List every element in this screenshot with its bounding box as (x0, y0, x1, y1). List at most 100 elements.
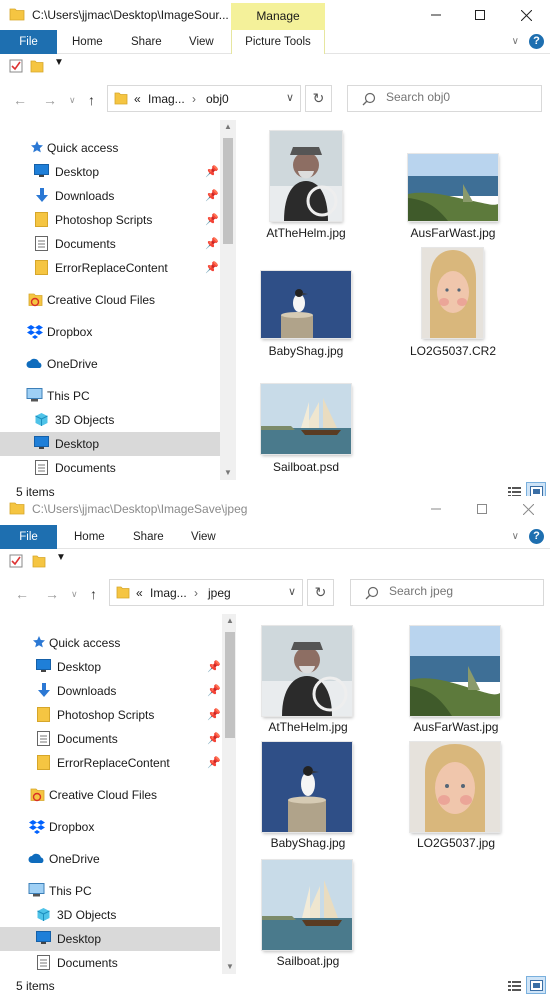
forward-arrow-icon[interactable]: → (45, 586, 59, 602)
back-arrow-icon[interactable]: ← (15, 586, 29, 602)
customize-qat-icon[interactable]: ▼ (54, 57, 64, 68)
nav-quick-access[interactable]: Quick access (0, 631, 220, 655)
pin-icon[interactable]: 📌 (207, 684, 221, 697)
tab-file[interactable]: File (0, 525, 57, 549)
tab-view[interactable]: View (191, 525, 216, 549)
scroll-down-arrow-icon[interactable]: ▼ (222, 962, 236, 971)
details-view-icon[interactable] (504, 976, 524, 994)
pin-icon[interactable]: 📌 (207, 708, 221, 721)
large-icons-view-icon[interactable] (526, 976, 546, 994)
breadcrumb-item[interactable]: obj0 (206, 92, 229, 106)
nav-creative-cloud-files[interactable]: Creative Cloud Files (0, 288, 220, 312)
properties-checkmark-icon[interactable] (9, 554, 23, 568)
nav-documents-pinned[interactable]: Documents 📌 (0, 232, 220, 256)
nav-errorreplacecontent[interactable]: ErrorReplaceContent 📌 (0, 751, 221, 775)
search-box[interactable] (350, 579, 544, 606)
pin-icon[interactable]: 📌 (207, 756, 221, 769)
search-input[interactable] (386, 90, 506, 104)
nav-onedrive[interactable]: OneDrive (0, 847, 220, 871)
file-item[interactable]: AusFarWast.jpg (378, 120, 498, 240)
tab-file[interactable]: File (0, 30, 57, 54)
nav-documents-pinned[interactable]: Documents 📌 (0, 727, 221, 751)
manage-tab-header[interactable]: Manage (231, 3, 325, 30)
file-item[interactable]: Sailboat.psd (246, 370, 366, 480)
nav-this-pc[interactable]: This PC (0, 384, 220, 408)
breadcrumb-overflow[interactable]: « (134, 92, 141, 106)
nav-photoshop-scripts[interactable]: Photoshop Scripts 📌 (0, 703, 221, 727)
file-item[interactable]: LO2G5037.jpg (396, 732, 516, 852)
tab-share[interactable]: Share (131, 30, 162, 54)
nav-desktop-selected[interactable]: Desktop (0, 432, 220, 456)
nav-dropbox[interactable]: Dropbox (0, 815, 220, 839)
close-button[interactable] (503, 0, 549, 30)
expand-ribbon-chevron-icon[interactable]: ∨ (512, 531, 519, 542)
scroll-up-arrow-icon[interactable]: ▲ (220, 122, 236, 131)
breadcrumb-item[interactable]: jpeg (208, 586, 231, 600)
refresh-button[interactable]: ↻ (307, 579, 334, 606)
tab-home[interactable]: Home (74, 525, 105, 549)
nav-photoshop-scripts[interactable]: Photoshop Scripts 📌 (0, 208, 220, 232)
maximize-button[interactable] (457, 0, 503, 30)
maximize-button[interactable] (459, 496, 505, 522)
pin-icon[interactable]: 📌 (205, 189, 219, 202)
nav-creative-cloud-files[interactable]: Creative Cloud Files (0, 783, 220, 807)
nav-documents[interactable]: Documents (0, 951, 220, 974)
file-item[interactable]: AtTheHelm.jpg (248, 614, 368, 734)
title-bar[interactable]: C:\Users\jjmac\Desktop\ImageSave\jpeg (0, 496, 550, 522)
pin-icon[interactable]: 📌 (205, 237, 219, 250)
minimize-button[interactable] (413, 496, 459, 522)
breadcrumb-item[interactable]: Imag... (150, 586, 187, 600)
scroll-down-arrow-icon[interactable]: ▼ (220, 468, 236, 477)
pin-icon[interactable]: 📌 (207, 660, 221, 673)
help-icon[interactable]: ? (529, 34, 544, 49)
scroll-up-arrow-icon[interactable]: ▲ (222, 616, 236, 625)
scrollbar-thumb[interactable] (225, 632, 235, 738)
expand-ribbon-chevron-icon[interactable]: ∨ (512, 36, 519, 47)
minimize-button[interactable] (413, 0, 459, 30)
nav-desktop-pinned[interactable]: Desktop 📌 (0, 655, 221, 679)
forward-arrow-icon[interactable]: → (43, 92, 57, 108)
new-folder-icon[interactable] (30, 59, 44, 73)
nav-this-pc[interactable]: This PC (0, 879, 220, 903)
pin-icon[interactable]: 📌 (207, 732, 221, 745)
pin-icon[interactable]: 📌 (205, 213, 219, 226)
up-arrow-icon[interactable]: ↑ (90, 586, 97, 602)
help-icon[interactable]: ? (529, 529, 544, 544)
properties-checkmark-icon[interactable] (9, 59, 23, 73)
nav-desktop-selected[interactable]: Desktop (0, 927, 220, 951)
nav-errorreplacecontent[interactable]: ErrorReplaceContent 📌 (0, 256, 220, 280)
nav-downloads[interactable]: Downloads 📌 (0, 184, 220, 208)
tab-picture-tools[interactable]: Picture Tools (231, 30, 325, 54)
recent-locations-icon[interactable]: ∨ (69, 95, 76, 106)
address-bar[interactable]: « Imag... › obj0 ∨ (107, 85, 301, 112)
nav-desktop-pinned[interactable]: Desktop 📌 (0, 160, 220, 184)
address-dropdown-icon[interactable]: ∨ (288, 585, 296, 598)
nav-downloads[interactable]: Downloads 📌 (0, 679, 221, 703)
nav-dropbox[interactable]: Dropbox (0, 320, 220, 344)
nav-scrollbar[interactable]: ▲ ▼ (220, 120, 236, 480)
customize-qat-icon[interactable]: ▼ (56, 552, 66, 563)
tab-view[interactable]: View (189, 30, 214, 54)
address-dropdown-icon[interactable]: ∨ (286, 91, 294, 104)
nav-quick-access[interactable]: Quick access (0, 136, 220, 160)
refresh-button[interactable]: ↻ (305, 85, 332, 112)
pin-icon[interactable]: 📌 (205, 165, 219, 178)
tab-home[interactable]: Home (72, 30, 103, 54)
file-item[interactable]: Sailboat.jpg (248, 850, 368, 970)
file-item[interactable]: AusFarWast.jpg (396, 614, 516, 734)
nav-documents[interactable]: Documents (0, 456, 220, 480)
search-box[interactable] (347, 85, 542, 112)
new-folder-icon[interactable] (32, 554, 46, 568)
address-bar[interactable]: « Imag... › jpeg ∨ (109, 579, 303, 606)
file-item[interactable]: BabyShag.jpg (246, 250, 366, 360)
breadcrumb-separator-icon[interactable]: › (192, 92, 196, 106)
up-arrow-icon[interactable]: ↑ (88, 92, 95, 108)
file-item[interactable]: AtTheHelm.jpg (246, 120, 366, 240)
tab-share[interactable]: Share (133, 525, 164, 549)
file-item[interactable]: LO2G5037.CR2 (378, 248, 498, 360)
nav-3d-objects[interactable]: 3D Objects (0, 408, 220, 432)
nav-3d-objects[interactable]: 3D Objects (0, 903, 220, 927)
pin-icon[interactable]: 📌 (205, 261, 219, 274)
breadcrumb-item[interactable]: Imag... (148, 92, 185, 106)
nav-onedrive[interactable]: OneDrive (0, 352, 220, 376)
